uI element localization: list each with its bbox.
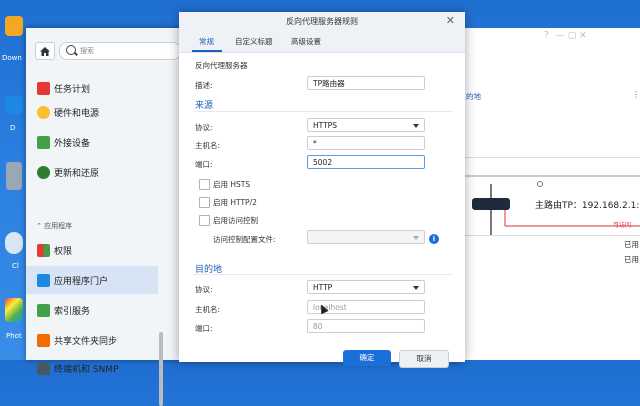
sidebar-item-label: 外接设备 — [54, 138, 91, 149]
source-header: 来源 — [195, 101, 214, 111]
update-icon — [37, 165, 50, 179]
src-host-label: 主机名: — [195, 141, 221, 150]
portal-icon — [37, 273, 50, 287]
sidebar-item-label: 权限 — [54, 246, 73, 257]
chevron-up-icon: ⌃ — [36, 222, 45, 230]
access-control-label: 启用访问控制 — [213, 216, 258, 225]
column-header-text: 的地 — [466, 92, 481, 101]
reverse-proxy-rule-dialog: 反向代理服务器规则 ✕ 常规 自定义标题 高级设置 反向代理服务器 描述: TP… — [179, 12, 465, 368]
desktop-app-icon[interactable] — [5, 96, 23, 114]
home-button[interactable] — [35, 42, 55, 60]
section-label: 应用程序 — [44, 222, 73, 230]
src-host-input[interactable]: * — [307, 136, 425, 150]
src-protocol-select[interactable]: HTTPS — [307, 118, 425, 132]
tab-advanced[interactable]: 高级设置 — [291, 36, 321, 47]
cloud-icon[interactable] — [5, 232, 23, 254]
tab-general[interactable]: 常规 — [199, 36, 214, 47]
more-icon[interactable]: ⋮ — [632, 90, 640, 99]
chevron-down-icon — [413, 236, 419, 240]
sidebar-item-update-restore[interactable]: 更新和还原 — [26, 158, 158, 186]
sidebar-scrollbar[interactable] — [159, 332, 163, 406]
status-text: 已用 — [624, 240, 639, 249]
divider — [193, 111, 453, 112]
dst-port-input[interactable]: 80 — [307, 319, 425, 333]
photo-icon[interactable] — [5, 298, 23, 322]
info-icon[interactable]: i — [429, 234, 439, 244]
desc-input[interactable]: TP路由器 — [307, 76, 425, 90]
access-control-checkbox[interactable] — [199, 215, 210, 226]
sidebar-item-privileges[interactable]: 权限 — [26, 236, 158, 264]
desktop-label: D — [10, 124, 16, 132]
sidebar-item-label: 索引服务 — [54, 306, 91, 317]
sidebar-item-label: 任务计划 — [54, 84, 91, 95]
src-protocol-label: 协议: — [195, 123, 213, 132]
src-protocol-value: HTTPS — [313, 121, 337, 130]
desc-label: 描述: — [195, 81, 213, 90]
desktop-label: Down — [2, 54, 22, 62]
control-panel-toolbar: 搜索 — [26, 28, 186, 74]
sidebar-item-terminal-snmp[interactable]: 终端机和 SNMP — [26, 354, 158, 382]
ok-button[interactable]: 确定 — [343, 350, 391, 366]
index-icon — [37, 303, 50, 317]
diagram-lines — [445, 175, 640, 235]
divider — [193, 274, 453, 275]
dst-protocol-select[interactable]: HTTP — [307, 280, 425, 294]
window-controls: ？ — ▢ ✕ — [544, 31, 587, 41]
router-diagram-overlay: 主路由TP：192.168.2.1:8 可访问 — [444, 157, 640, 236]
router-label: 主路由TP：192.168.2.1:8 — [535, 201, 640, 211]
dst-protocol-label: 协议: — [195, 285, 213, 294]
hsts-checkbox[interactable] — [199, 179, 210, 190]
sidebar-item-hardware-power[interactable]: 硬件和电源 — [26, 98, 158, 126]
search-input[interactable]: 搜索 — [59, 42, 181, 60]
dst-host-label: 主机名: — [195, 305, 221, 314]
bulb-icon — [37, 105, 50, 119]
chevron-down-icon — [413, 286, 419, 290]
desktop-label: Cl — [12, 262, 19, 270]
sidebar-item-label: 更新和还原 — [54, 168, 100, 179]
sidebar-item-label: 硬件和电源 — [54, 108, 100, 119]
tab-custom-header[interactable]: 自定义标题 — [235, 36, 273, 47]
src-port-label: 端口: — [195, 160, 213, 169]
sync-icon — [37, 333, 50, 347]
search-placeholder: 搜索 — [80, 47, 94, 55]
status-text: 已用 — [624, 255, 639, 264]
storage-icon[interactable] — [6, 162, 22, 190]
sidebar-item-label: 共享文件夹同步 — [54, 336, 118, 347]
access-label: 可访问 — [613, 222, 632, 229]
router-icon — [472, 198, 510, 210]
desktop-label: Phot — [6, 332, 22, 340]
hsts-label: 启用 HSTS — [213, 180, 251, 189]
close-icon[interactable]: ✕ — [446, 14, 455, 27]
section-title: 反向代理服务器 — [195, 61, 248, 70]
chevron-down-icon — [413, 124, 419, 128]
http2-label: 启用 HTTP/2 — [213, 198, 257, 207]
privileges-icon — [37, 243, 50, 257]
sidebar-item-application-portal[interactable]: 应用程序门户 — [26, 266, 158, 294]
access-profile-label: 访问控制配置文件: — [213, 235, 276, 244]
sidebar-item-label: 应用程序门户 — [54, 276, 109, 287]
sidebar-item-external-devices[interactable]: 外接设备 — [26, 128, 158, 156]
terminal-icon — [37, 361, 50, 375]
dst-protocol-value: HTTP — [313, 283, 333, 292]
calendar-icon — [37, 81, 50, 95]
search-icon — [66, 45, 76, 55]
tab-bar: 常规 自定义标题 高级设置 — [179, 32, 465, 53]
dialog-title: 反向代理服务器规则 — [179, 12, 465, 32]
sidebar-item-indexing-service[interactable]: 索引服务 — [26, 296, 158, 324]
dst-port-label: 端口: — [195, 324, 213, 333]
external-device-icon — [37, 135, 50, 149]
home-icon — [40, 46, 50, 56]
sidebar-item-shared-folder-sync[interactable]: 共享文件夹同步 — [26, 326, 158, 354]
sidebar: 任务计划 硬件和电源 外接设备 更新和还原 ⌃ 应用程序 权限 应用程序门户 索… — [26, 74, 186, 406]
active-tab-indicator — [192, 50, 222, 52]
access-profile-select[interactable] — [307, 230, 425, 244]
http2-checkbox[interactable] — [199, 197, 210, 208]
sidebar-item-label: 终端机和 SNMP — [54, 364, 119, 375]
cancel-button[interactable]: 取消 — [399, 350, 449, 368]
desktop-folder-icon[interactable] — [5, 16, 23, 36]
section-applications[interactable]: ⌃ 应用程序 — [36, 221, 72, 231]
src-port-input[interactable]: 5002 — [307, 155, 425, 169]
